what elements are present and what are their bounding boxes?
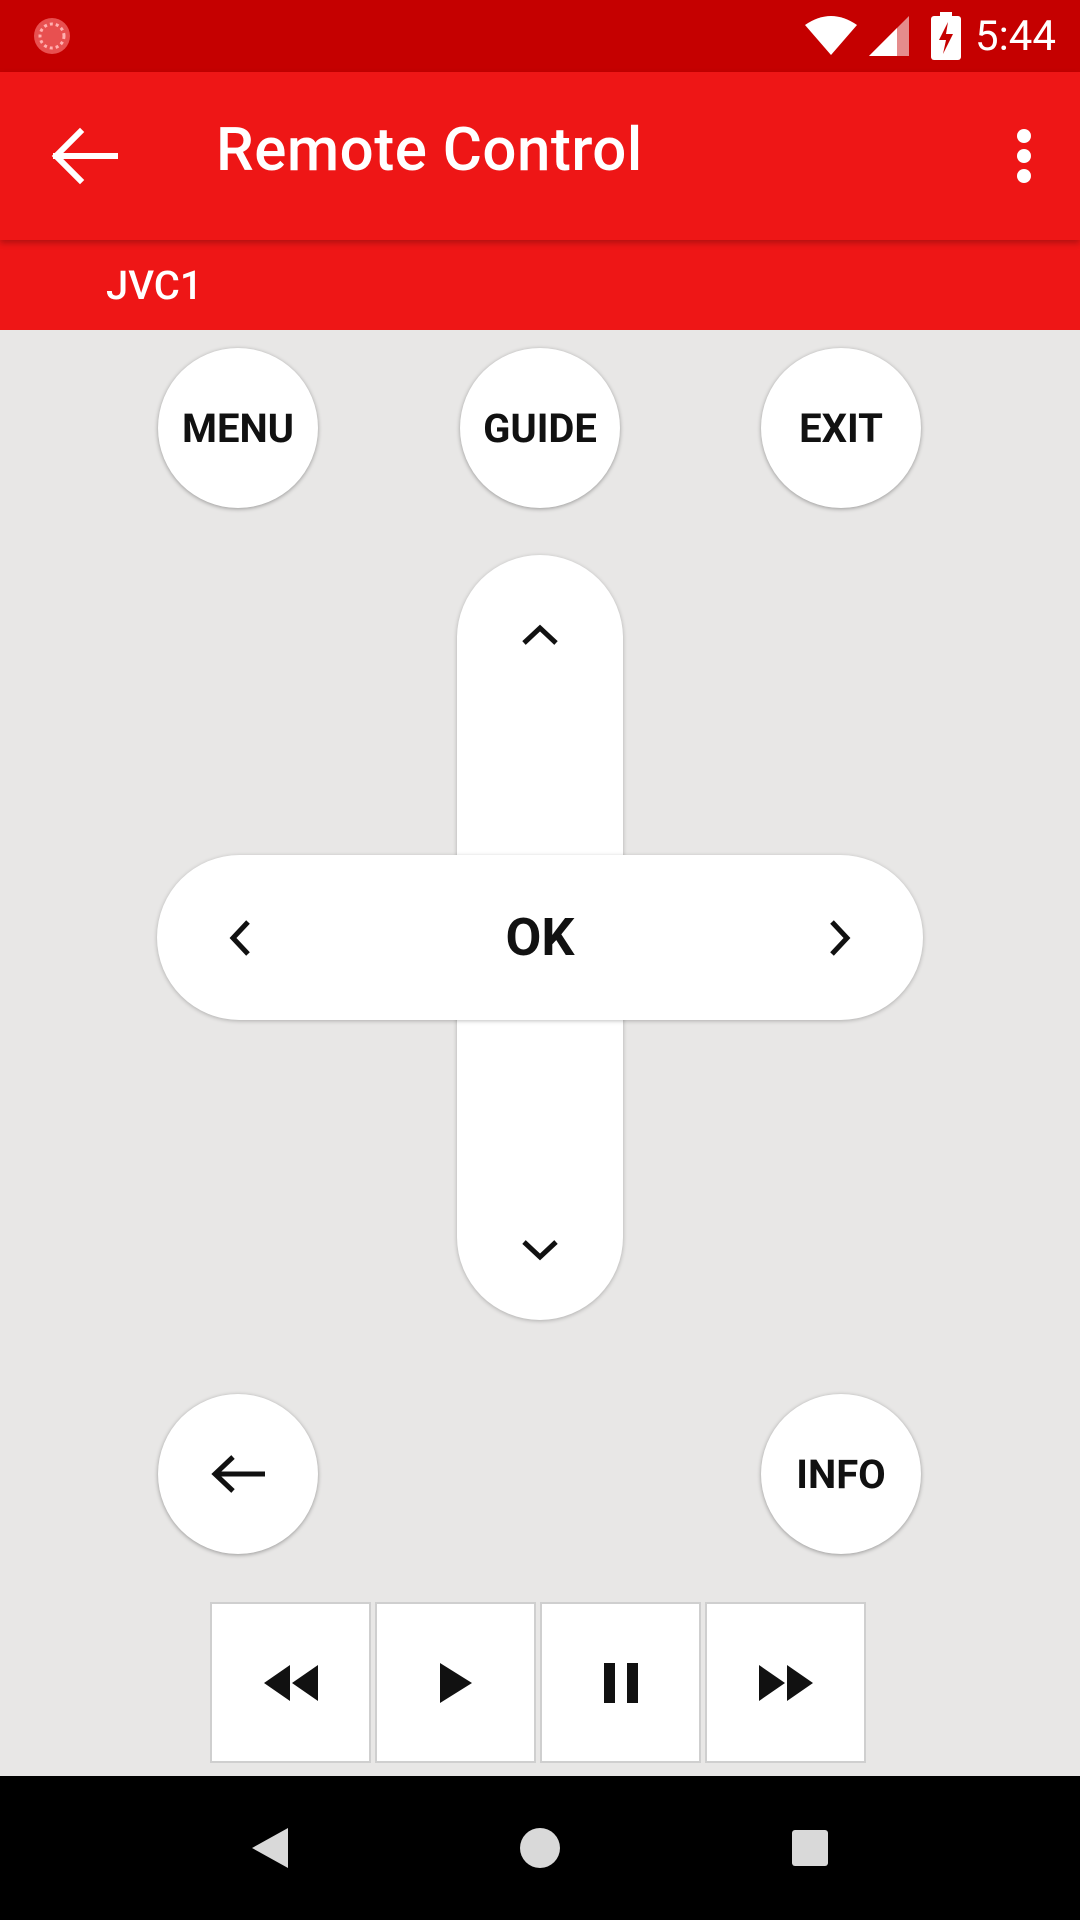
nav-back-button[interactable] bbox=[238, 1816, 302, 1880]
pause-icon bbox=[603, 1662, 638, 1703]
signal-icon bbox=[869, 16, 909, 56]
guide-button[interactable]: GUIDE bbox=[460, 348, 620, 508]
ok-button[interactable]: OK bbox=[457, 875, 623, 1000]
play-icon bbox=[439, 1662, 472, 1703]
wifi-icon bbox=[805, 16, 857, 55]
menu-button[interactable]: MENU bbox=[158, 348, 318, 508]
rewind-button[interactable] bbox=[210, 1602, 371, 1763]
pause-button[interactable] bbox=[540, 1602, 701, 1763]
fast-forward-button[interactable] bbox=[705, 1602, 866, 1763]
dpad-right-button[interactable] bbox=[780, 875, 900, 1000]
app-bar: Remote Control bbox=[0, 72, 1080, 240]
more-vert-icon[interactable] bbox=[1014, 128, 1034, 184]
nav-home-icon bbox=[520, 1828, 560, 1868]
arrow-back-icon[interactable] bbox=[46, 124, 118, 188]
nav-back-icon bbox=[252, 1828, 288, 1868]
fast-forward-icon bbox=[758, 1664, 813, 1701]
status-icons: 5:44 bbox=[803, 0, 1056, 72]
ok-label: OK bbox=[505, 907, 575, 968]
nav-bar bbox=[0, 1776, 1080, 1920]
nav-recents-icon bbox=[792, 1830, 828, 1866]
battery-charging-icon bbox=[931, 12, 961, 60]
arrow-left-icon bbox=[211, 1455, 265, 1493]
notification-icon bbox=[34, 18, 70, 54]
chevron-right-icon bbox=[830, 919, 851, 956]
back-button[interactable] bbox=[158, 1394, 318, 1554]
play-button[interactable] bbox=[375, 1602, 536, 1763]
device-name[interactable]: JVC1 bbox=[106, 262, 203, 309]
exit-button[interactable]: EXIT bbox=[761, 348, 921, 508]
rewind-icon bbox=[263, 1664, 318, 1701]
chevron-left-icon bbox=[229, 919, 250, 956]
info-button[interactable]: INFO bbox=[761, 1394, 921, 1554]
nav-home-button[interactable] bbox=[508, 1816, 572, 1880]
chevron-down-icon bbox=[522, 1240, 558, 1261]
dpad-up-button[interactable] bbox=[457, 575, 623, 695]
status-time: 5:44 bbox=[975, 11, 1056, 61]
status-bar: 5:44 bbox=[0, 0, 1080, 72]
chevron-up-icon bbox=[522, 624, 558, 645]
dpad-down-button[interactable] bbox=[457, 1190, 623, 1310]
page-title: Remote Control bbox=[216, 114, 643, 185]
dpad-left-button[interactable] bbox=[180, 875, 300, 1000]
media-controls bbox=[210, 1602, 870, 1776]
device-bar: JVC1 bbox=[0, 240, 1080, 330]
nav-recents-button[interactable] bbox=[778, 1816, 842, 1880]
